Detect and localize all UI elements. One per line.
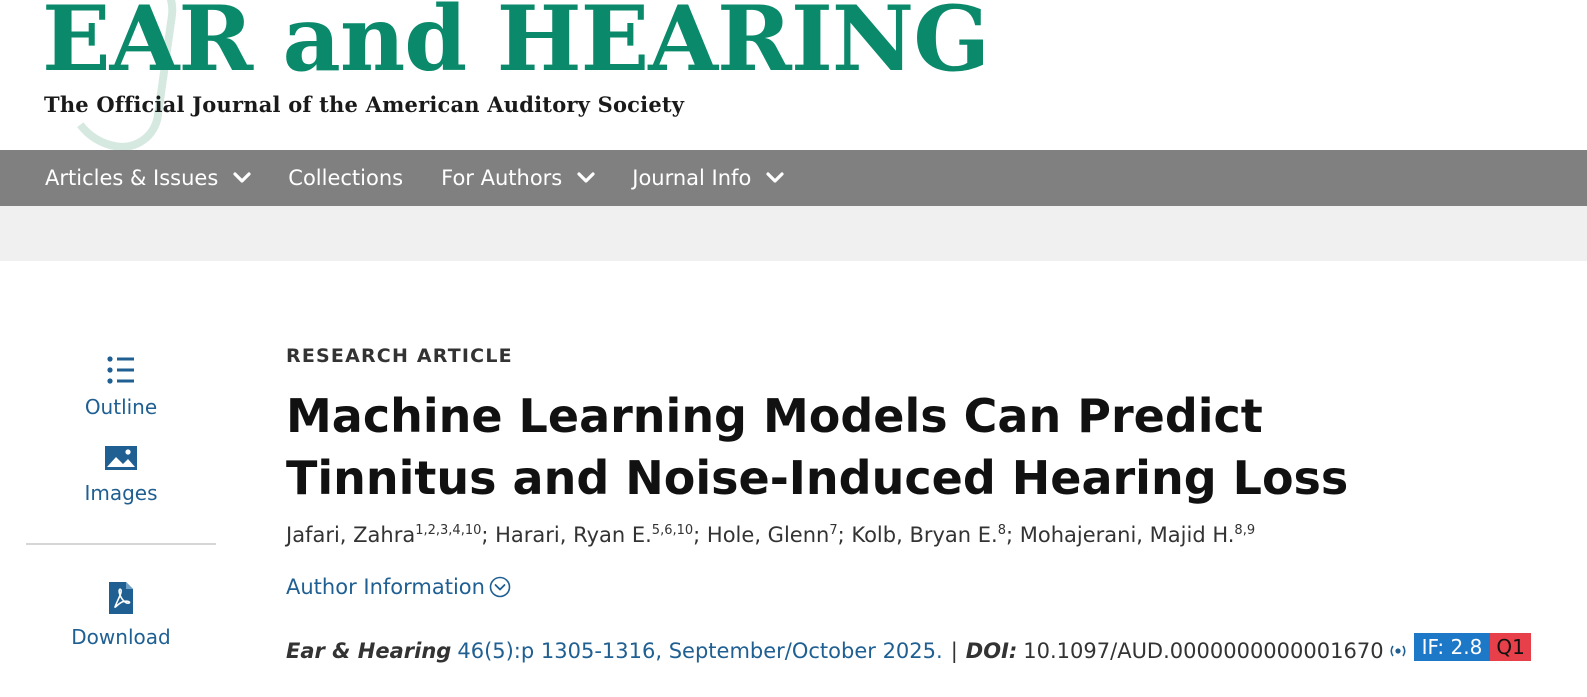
nav-item-label: Journal Info — [632, 166, 752, 190]
citation-line: Ear & Hearing 46(5):p 1305-1316, Septemb… — [286, 633, 1546, 663]
chevron-down-icon — [766, 172, 784, 183]
issue-link[interactable]: 46(5):p 1305-1316, September/October 202… — [457, 639, 942, 663]
nav-journal-info[interactable]: Journal Info — [632, 166, 785, 190]
author-affiliation[interactable]: 7 — [829, 523, 837, 538]
doi-value[interactable]: 10.1097/AUD.0000000000001670 — [1023, 639, 1383, 663]
author-name[interactable]: Harari, Ryan E. — [495, 523, 652, 547]
chevron-down-icon — [233, 172, 251, 183]
images-button[interactable]: Images — [26, 445, 216, 505]
image-icon — [105, 446, 137, 470]
author-separator: ; — [1006, 523, 1020, 547]
outline-label: Outline — [84, 395, 158, 419]
author-name[interactable]: Mohajerani, Majid H. — [1020, 523, 1235, 547]
altmetric-broadcast-icon[interactable] — [1386, 642, 1410, 660]
chevron-down-icon — [577, 172, 595, 183]
author-information-label: Author Information — [286, 575, 485, 599]
journal-logo-subtitle: The Official Journal of the American Aud… — [44, 92, 685, 117]
article-tools: Outline Images Download — [26, 355, 216, 649]
nav-collections[interactable]: Collections — [288, 166, 403, 190]
quartile-badge: Q1 — [1490, 633, 1531, 661]
nav-articles-issues[interactable]: Articles & Issues — [45, 166, 252, 190]
doi-label: DOI: — [965, 639, 1018, 663]
pdf-icon — [109, 582, 133, 614]
author-affiliation[interactable]: 8 — [998, 523, 1006, 538]
sub-bar — [0, 206, 1587, 261]
author-name[interactable]: Jafari, Zahra — [286, 523, 415, 547]
impact-factor-badge: IF: 2.8 — [1413, 633, 1491, 661]
nav-item-label: Collections — [288, 166, 404, 190]
author-name[interactable]: Kolb, Bryan E. — [851, 523, 997, 547]
outline-button[interactable]: Outline — [26, 355, 216, 419]
journal-logo-title[interactable]: EAR and HEARING — [42, 0, 990, 84]
list-icon — [107, 356, 134, 384]
article-title: Machine Learning Models Can Predict Tinn… — [286, 389, 1349, 505]
citation-separator: | — [950, 639, 958, 663]
author-list: Jafari, Zahra1,2,3,4,10; Harari, Ryan E.… — [286, 523, 1546, 547]
masthead: EAR and HEARING The Official Journal of … — [0, 0, 1587, 157]
author-name[interactable]: Hole, Glenn — [707, 523, 829, 547]
article-type: RESEARCH ARTICLE — [286, 345, 513, 367]
nav-item-label: For Authors — [441, 166, 563, 190]
author-affiliation[interactable]: 5,6,10 — [652, 523, 693, 538]
author-separator: ; — [481, 523, 496, 547]
author-separator: ; — [693, 523, 707, 547]
journal-name: Ear & Hearing — [286, 639, 452, 663]
tools-divider — [26, 543, 216, 545]
download-button[interactable]: Download — [26, 581, 216, 649]
nav-item-label: Articles & Issues — [45, 166, 219, 190]
chevron-down-circle-icon — [489, 576, 511, 598]
download-label: Download — [71, 625, 171, 649]
main-nav: Articles & Issues Collections For Author… — [0, 150, 1587, 206]
author-information-toggle[interactable]: Author Information — [286, 575, 511, 599]
article-header: RESEARCH ARTICLE Machine Learning Models… — [286, 345, 1546, 663]
images-label: Images — [84, 481, 158, 505]
author-affiliation[interactable]: 8,9 — [1234, 523, 1255, 538]
author-separator: ; — [837, 523, 852, 547]
author-affiliation[interactable]: 1,2,3,4,10 — [415, 523, 481, 538]
nav-for-authors[interactable]: For Authors — [441, 166, 596, 190]
